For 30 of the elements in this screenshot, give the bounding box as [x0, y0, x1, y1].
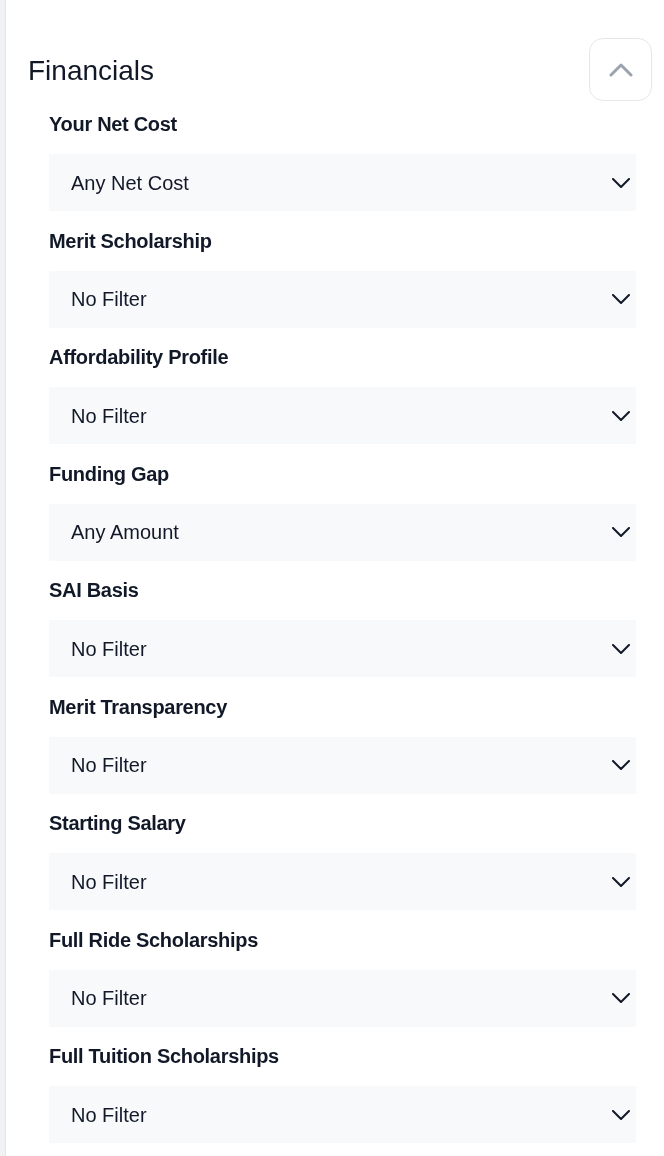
chevron-down-icon [612, 993, 630, 1003]
chevron-down-icon [612, 876, 630, 887]
filter-dropdown[interactable]: No Filter [49, 736, 636, 794]
chevron-down-icon [612, 294, 630, 304]
chevron-down-icon [612, 410, 630, 421]
filter-label: Merit Scholarship [49, 228, 212, 254]
chevron-down-icon [612, 643, 630, 654]
section-title: Financials [28, 54, 155, 88]
chevron-down-icon [612, 177, 630, 188]
filter-dropdown[interactable]: No Filter [49, 1086, 636, 1143]
filter-dropdown[interactable]: No Filter [49, 969, 636, 1027]
filter-label: Affordability Profile [49, 345, 229, 370]
chevron-down-icon [612, 1109, 630, 1120]
filter-dropdown[interactable]: No Filter [49, 620, 636, 677]
filter-label: Merit Transparency [49, 694, 227, 720]
filter-label: Funding Gap [49, 461, 169, 487]
chevron-down-icon [612, 760, 630, 770]
filter-label: Starting Salary [49, 811, 186, 836]
collapse-button[interactable] [589, 38, 652, 101]
filter-label: Full Tuition Scholarships [49, 1044, 279, 1069]
filter-dropdown[interactable]: Any Amount [49, 503, 636, 561]
filter-dropdown[interactable]: No Filter [49, 853, 636, 910]
filter-dropdown[interactable]: No Filter [49, 387, 636, 444]
filter-dropdown[interactable]: No Filter [49, 270, 636, 328]
filter-label: SAI Basis [49, 578, 139, 603]
chevron-down-icon [612, 527, 630, 537]
filter-dropdown[interactable]: Any Net Cost [49, 154, 636, 211]
filter-label: Your Net Cost [49, 112, 177, 137]
chevron-up-icon [608, 62, 633, 77]
filter-label: Full Ride Scholarships [49, 927, 258, 953]
